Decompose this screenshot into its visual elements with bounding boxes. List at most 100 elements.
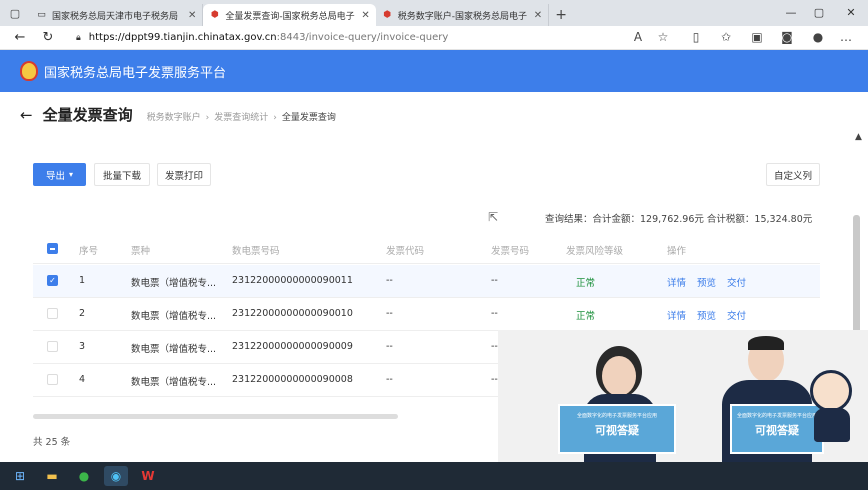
cell-number: 23122000000000090010 [232,308,353,319]
column-header: 操作 [667,246,687,257]
extension-icon[interactable]: ◙ [779,30,795,44]
page-title-bar: ← 全量发票查询 税务数字账户 › 发票查询统计 › 全量发票查询 [20,104,336,125]
row-checkbox[interactable] [47,341,58,352]
lock-icon: 🔒︎ [76,32,81,43]
tab-title: 全量发票查询-国家税务总局电子 [225,11,355,22]
back-arrow-icon[interactable]: ← [6,30,34,45]
deliver-link[interactable]: 交付 [727,308,746,322]
windows-start-icon[interactable]: ⊞ [8,466,32,486]
tab-tianjin-etax[interactable]: ▭ 国家税务总局天津市电子税务局 ✕ [30,4,204,26]
close-icon[interactable]: ✕ [534,10,542,21]
maximize-icon[interactable]: ▢ [802,0,836,24]
collections-icon[interactable]: ▣ [749,30,765,44]
table-row[interactable]: ✓ 1 数电票（增值税专... 23122000000000090011 -- … [33,265,820,298]
cell-risk: 正常 [576,311,596,322]
row-checkbox[interactable] [47,308,58,319]
app-title: 国家税务总局电子发票服务平台 [44,65,227,81]
back-arrow-icon[interactable]: ← [20,106,33,124]
read-aloud-icon[interactable]: A [630,30,646,44]
table-row[interactable]: 2 数电票（增值税专... 23122000000000090010 -- --… [33,298,820,331]
page-icon: ▭ [37,10,46,20]
row-checkbox[interactable]: ✓ [47,275,58,286]
edge-browser-icon[interactable]: ◉ [104,466,128,486]
tax-emblem-icon: ⬢ [210,10,219,20]
sign-title: 可视答疑 [755,424,799,437]
browser-tab-strip: ▢ ▭ 国家税务总局天津市电子税务局 ✕ ⬢ 全量发票查询-国家税务总局电子 ✕… [0,0,868,26]
browser-green-icon[interactable]: ● [72,466,96,486]
more-icon[interactable]: … [838,30,854,44]
windows-taskbar: ⊞ ▬ ● ◉ W [0,462,868,490]
favorite-add-icon[interactable]: ☆ [655,30,671,44]
tab-invoice-query[interactable]: ⬢ 全量发票查询-国家税务总局电子 ✕ [203,4,376,26]
preview-link[interactable]: 预览 [697,308,716,322]
page-title: 全量发票查询 [42,106,133,124]
cell-no: 1 [79,275,86,286]
address-bar: ← ↻ 🔒︎ https://dppt99.tianjin.chinatax.g… [0,26,868,50]
row-checkbox[interactable] [47,374,58,385]
export-button[interactable]: 导出 ▾ [33,163,86,186]
total-count: 共 25 条 [33,437,71,448]
preview-link[interactable]: 预览 [697,275,716,289]
cell-number: 23122000000000090011 [232,275,353,286]
cell-type: 数电票（增值税专... [131,377,217,388]
print-invoice-button[interactable]: 发票打印 [157,163,211,186]
cell-code: -- [386,374,393,385]
split-screen-icon[interactable]: ▯ [688,30,704,44]
collapse-caret-icon[interactable]: ▲ [855,132,862,142]
tax-emblem-icon [20,61,38,81]
export-label: 导出 [45,170,65,182]
table-header: 序号 票种 数电票号码 发票代码 发票号码 发票风险等级 操作 [33,233,820,264]
wps-office-icon[interactable]: W [136,466,160,486]
cell-invoice-no: -- [491,374,498,385]
url-host: https://dppt99.tianjin.chinatax.gov.cn [88,32,277,43]
breadcrumb-item[interactable]: 发票查询统计 [214,110,268,123]
breadcrumb-item[interactable]: 税务数字账户 [147,110,201,123]
cell-invoice-no: -- [491,341,498,352]
cell-no: 4 [79,374,86,385]
presenter-face [602,356,636,396]
column-header: 发票风险等级 [566,246,624,257]
sign-caption: 全面数字化的电子发票服务平台应用 [736,413,817,419]
detail-link[interactable]: 详情 [667,308,686,322]
cell-type: 数电票（增值税专... [131,344,217,355]
column-header: 数电票号码 [232,246,280,257]
cell-type: 数电票（增值税专... [131,311,217,322]
mouse-cursor-icon: ⇱ [488,210,499,224]
cell-no: 2 [79,308,86,319]
close-icon[interactable]: ✕ [361,10,369,21]
cell-code: -- [386,341,393,352]
video-overlay: 全面数字化的电子发票服务平台应用 可视答疑 全面数字化的电子发票服务平台应用 可… [498,330,868,462]
tab-actions-icon[interactable]: ▢ [0,0,30,26]
tab-title: 国家税务总局天津市电子税务局 [52,11,179,22]
cell-invoice-no: -- [491,308,498,319]
breadcrumb-current: 全量发票查询 [281,113,336,123]
horizontal-scrollbar[interactable] [33,414,398,419]
new-tab-icon[interactable]: + [549,4,573,26]
tab-tax-account[interactable]: ⬢ 税务数字账户-国家税务总局电子 ✕ [376,4,550,26]
qa-sign: 全面数字化的电子发票服务平台应用 可视答疑 [558,404,676,454]
file-explorer-icon[interactable]: ▬ [40,466,64,486]
refresh-icon[interactable]: ↻ [34,30,62,45]
custom-columns-button[interactable]: 自定义列 [766,163,820,186]
window-close-icon[interactable]: ✕ [834,0,868,24]
close-icon[interactable]: ✕ [188,10,196,21]
column-header: 票种 [131,246,151,257]
qa-sign: 全面数字化的电子发票服务平台应用 可视答疑 [730,404,824,454]
mascot-figure [810,370,852,412]
batch-download-button[interactable]: 批量下载 [94,163,150,186]
cell-number: 23122000000000090008 [232,374,353,385]
url-field[interactable]: 🔒︎ https://dppt99.tianjin.chinatax.gov.c… [76,32,448,43]
app-header: 国家税务总局电子发票服务平台 [0,50,868,92]
cell-invoice-no: -- [491,275,498,286]
tax-emblem-icon: ⬢ [383,10,392,20]
tab-title: 税务数字账户-国家税务总局电子 [397,11,528,22]
column-header: 序号 [79,246,99,257]
deliver-link[interactable]: 交付 [727,275,746,289]
cell-code: -- [386,308,393,319]
detail-link[interactable]: 详情 [667,275,686,289]
select-all-checkbox[interactable] [47,243,58,254]
favorites-icon[interactable]: ✩ [718,30,734,44]
cell-number: 23122000000000090009 [232,341,353,352]
cell-no: 3 [79,341,86,352]
profile-avatar-icon[interactable]: ● [810,30,826,44]
